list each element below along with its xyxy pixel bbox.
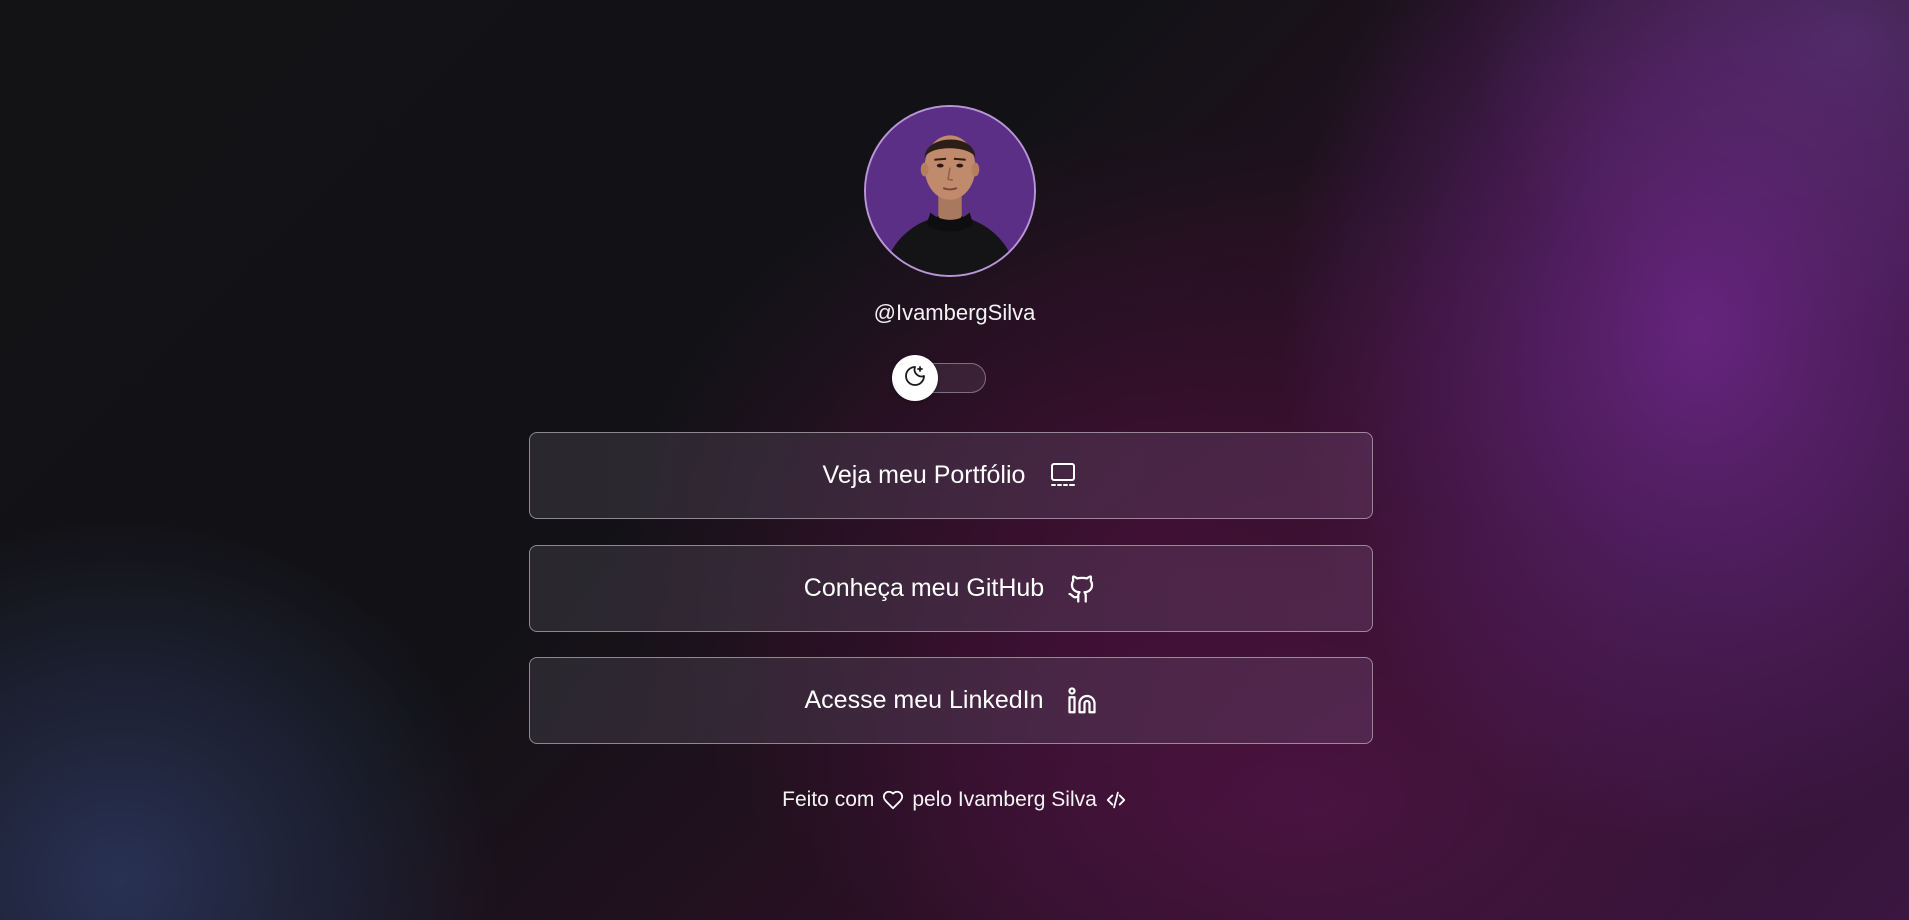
portfolio-link-button[interactable]: Veja meu Portfólio (529, 432, 1373, 519)
github-link-button[interactable]: Conheça meu GitHub (529, 545, 1373, 632)
footer-text-before: Feito com (782, 788, 875, 811)
avatar (864, 105, 1036, 277)
code-icon[interactable] (1105, 789, 1127, 811)
github-icon (1066, 573, 1098, 605)
linkedin-link-button[interactable]: Acesse meu LinkedIn (529, 657, 1373, 744)
linkedin-icon (1066, 685, 1098, 717)
theme-toggle[interactable] (892, 355, 986, 403)
presentation-icon (1047, 460, 1079, 492)
portfolio-link-label: Veja meu Portfólio (822, 461, 1026, 489)
footer: Feito com pelo Ivamberg Silva (0, 788, 1909, 812)
username: @IvambergSilva (873, 300, 1036, 325)
toggle-knob[interactable] (892, 355, 938, 401)
moon-sparkle-icon (903, 364, 927, 393)
footer-text-after: pelo Ivamberg Silva (912, 788, 1097, 811)
github-link-label: Conheça meu GitHub (803, 574, 1045, 602)
heart-icon (882, 789, 904, 811)
linkedin-link-label: Acesse meu LinkedIn (804, 686, 1044, 714)
